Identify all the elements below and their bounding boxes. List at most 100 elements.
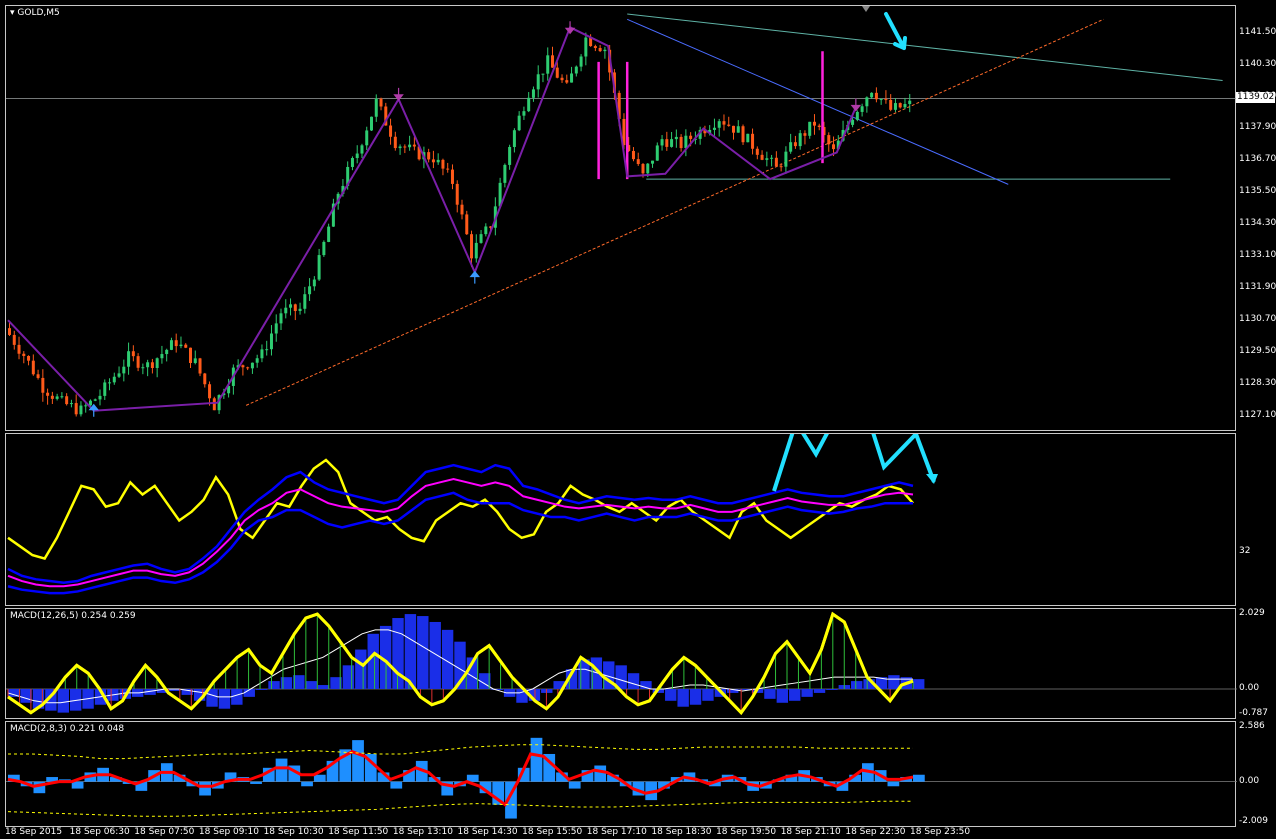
candle-body [389, 125, 393, 137]
candle-body [374, 98, 378, 117]
candle-body [760, 154, 764, 160]
price-tick-label: 1127.10 [1239, 410, 1276, 421]
candle-body [31, 360, 35, 375]
annotation-zigzag [772, 434, 936, 492]
candle-body [169, 340, 173, 350]
histogram-bar [677, 688, 689, 707]
histogram-bar [218, 688, 231, 709]
candle-body [541, 73, 545, 75]
histogram-bar [568, 781, 581, 789]
candle-body [598, 48, 602, 52]
candle-body [746, 133, 750, 143]
candle-body [670, 139, 674, 147]
macd-envelope-lower-line [7, 800, 913, 817]
up-arrow-icon [469, 270, 481, 284]
candle-body [155, 358, 159, 369]
candle-body [289, 304, 293, 308]
candle-body [365, 130, 369, 146]
candle-body [512, 130, 516, 147]
histogram-bar [231, 688, 243, 705]
candle-body [117, 373, 121, 377]
candle-body [651, 160, 655, 164]
price-tick-label: 1141.50 [1239, 26, 1276, 37]
macd1-pane[interactable]: MACD(12,26,5) 0.254 0.259 [5, 608, 1237, 719]
indicator-tick-label: -0.787 [1239, 708, 1269, 718]
candle-body [112, 376, 116, 383]
histogram-bar [764, 688, 776, 699]
candle-body [884, 99, 888, 101]
time-tick-label: 18 Sep 15:50 [522, 827, 583, 837]
candle-body [460, 204, 464, 215]
candle-body [732, 125, 735, 133]
candle-body [870, 92, 874, 98]
price-tick-label: 1136.70 [1239, 154, 1276, 165]
candle-body [65, 396, 69, 405]
candle-body [484, 226, 488, 235]
candle-body [631, 150, 635, 160]
histogram-bar [305, 681, 317, 689]
histogram-bar [851, 681, 863, 689]
candle-body [712, 127, 716, 130]
candle-body [527, 97, 531, 112]
candle-body [308, 286, 312, 295]
candle-body [284, 307, 288, 314]
candle-body [108, 382, 112, 384]
candle-body [103, 382, 107, 396]
candle-body [474, 242, 478, 259]
candle-body [255, 358, 259, 363]
indicator-tick-label: -2.009 [1239, 816, 1269, 826]
candle-body [246, 367, 250, 369]
candle-body [88, 400, 92, 406]
candle-body [570, 73, 574, 83]
candle-body [636, 159, 640, 165]
candle-body [827, 135, 831, 145]
candle-body [350, 158, 354, 167]
histogram-bar [355, 649, 367, 689]
candle-body [446, 168, 450, 170]
indicator-tick-label: 2.586 [1239, 721, 1265, 731]
candle-body [174, 340, 178, 347]
candle-body [379, 98, 383, 107]
candle-body [436, 159, 440, 163]
candle-body [751, 133, 755, 149]
candle-body [12, 334, 16, 345]
candle-body [503, 164, 507, 183]
candle-body [741, 126, 745, 143]
histogram-bar [627, 673, 640, 689]
histogram-bar [392, 618, 404, 689]
candle-body [551, 55, 554, 68]
candle-body [893, 103, 897, 110]
candle-body [560, 77, 564, 81]
price-pane[interactable]: ▾ GOLD,M5 [5, 5, 1237, 431]
candle-body [79, 405, 83, 415]
macd1-title: MACD(12,26,5) 0.254 0.259 [10, 611, 136, 621]
candle-body [665, 139, 669, 147]
candle-body [679, 136, 683, 149]
candle-body [450, 169, 454, 184]
oscillator-svg [7, 434, 938, 595]
candle-body [303, 294, 307, 309]
candle-body [84, 405, 88, 407]
candle-body [312, 279, 316, 287]
time-tick-label: 18 Sep 07:50 [134, 827, 195, 837]
candle-body [674, 136, 678, 140]
histogram-bar [702, 688, 714, 701]
candle-body [465, 214, 469, 235]
candle-body [898, 103, 902, 108]
candle-body [322, 241, 326, 256]
candle-body [855, 111, 859, 120]
candle-body [212, 398, 216, 411]
candle-body [184, 344, 188, 348]
candle-body [593, 46, 597, 49]
histogram-bar [417, 616, 429, 689]
dropdown-triangle-icon[interactable]: ▾ [10, 8, 15, 18]
down-arrow-icon [564, 21, 576, 35]
time-tick-label: 18 Sep 06:30 [69, 827, 130, 837]
price-tick-label: 1130.70 [1239, 314, 1276, 325]
symbol-text: GOLD,M5 [17, 8, 60, 18]
candle-body [808, 121, 812, 136]
oscillator-pane[interactable] [5, 433, 1236, 606]
macd2-pane[interactable]: MACD(2,8,3) 0.221 0.048 [5, 721, 1237, 827]
candle-body [736, 126, 740, 133]
time-tick-label: 18 Sep 22:30 [845, 827, 906, 837]
